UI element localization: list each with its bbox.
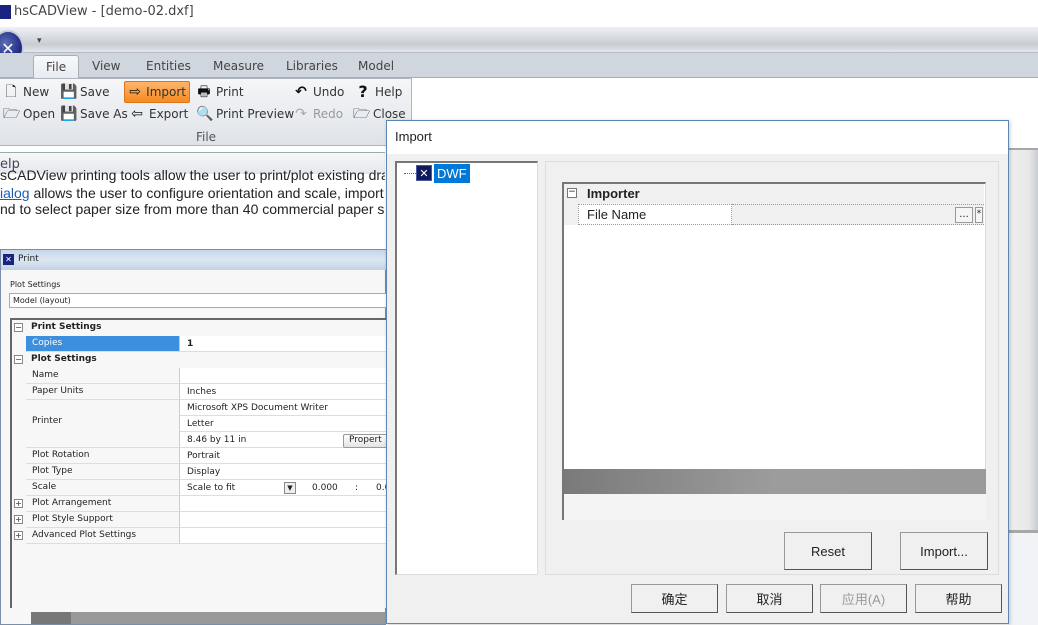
row-copies[interactable]: Copies 1 [12,336,389,352]
scale-select[interactable]: Scale to fit [187,483,235,493]
category-plot-settings[interactable]: − Plot Settings [12,352,389,368]
expand-icon[interactable]: + [14,531,23,540]
ok-button[interactable]: 确定 [631,584,718,613]
redo-button[interactable]: ↷ Redo [290,104,346,124]
save-button[interactable]: 💾 Save [57,82,112,102]
print-button[interactable]: 🖶 Print [193,82,247,102]
app-logo-icon: ✕ [3,254,14,265]
tab-libraries[interactable]: Libraries [274,55,350,78]
floppy-disk-icon: 💾 [60,84,78,100]
help-text-line-1: sCADView printing tools allow the user t… [0,170,385,183]
dwf-format-icon: ✕ [416,165,432,181]
tab-measure[interactable]: Measure [201,55,276,78]
open-button[interactable]: 🗁 Open [0,104,58,124]
row-plot-arrangement[interactable]: + Plot Arrangement [12,496,389,512]
import-dialog-titlebar: Import [387,121,1008,154]
category-importer[interactable]: − Importer [564,184,984,204]
collapse-icon[interactable]: − [14,323,23,332]
collapse-icon[interactable]: − [567,188,577,198]
export-button[interactable]: ⇦ Export [126,104,191,124]
help-text-line-2: ialog allows the user to configure orien… [0,185,385,201]
expand-icon[interactable]: + [14,499,23,508]
background-panel [1008,148,1038,530]
tree-item-dwf[interactable]: DWF [434,164,470,183]
reset-button[interactable]: Reset [784,532,872,570]
paper-value[interactable]: Letter [180,416,389,432]
cancel-button[interactable]: 取消 [726,584,813,613]
close-folder-icon: 🗁 [353,106,371,122]
row-plot-style-support[interactable]: + Plot Style Support [12,512,389,528]
row-name[interactable]: Name [12,368,389,384]
import-button[interactable]: ⇨ Import [124,81,190,103]
row-plot-type[interactable]: Plot Type Display [12,464,389,480]
file-name-input[interactable]: ... * [732,204,984,225]
window-title: hsCADView - [demo-02.dxf] [14,4,194,19]
copies-input[interactable]: 1 [180,336,389,352]
import-file-button[interactable]: Import... [900,532,988,570]
tab-entities[interactable]: Entities [134,55,203,78]
import-arrow-icon: ⇨ [129,84,141,100]
print-preview-icon: 🔍 [196,106,214,122]
tab-file[interactable]: File [33,55,80,79]
clear-value-icon[interactable]: * [975,207,983,223]
collapse-icon[interactable]: − [14,355,23,364]
title-bar: hsCADView - [demo-02.dxf] [0,0,1038,26]
category-print-settings[interactable]: − Print Settings [12,320,389,336]
save-as-disk-icon: 💾 [60,106,78,122]
help-text-line-3: nd to select paper size from more than 4… [0,201,385,217]
description-splitter[interactable] [564,469,986,494]
help-button[interactable]: ? Help [352,82,405,102]
layout-select[interactable]: Model (layout) [9,293,387,308]
new-document-icon: 🗋 [5,84,17,100]
tree-connector [404,173,416,174]
open-folder-icon: 🗁 [3,106,21,122]
description-area [564,494,986,520]
row-file-name[interactable]: File Name ... * [564,204,984,225]
row-plot-rotation[interactable]: Plot Rotation Portrait [12,448,389,464]
tab-model[interactable]: Model [346,55,406,78]
expand-icon[interactable]: + [14,515,23,524]
paper-size-value: 8.46 by 11 in Propert [180,432,391,448]
plot-settings-label: Plot Settings [10,280,61,289]
new-button[interactable]: 🗋 New [0,82,52,102]
importer-tree: ✕ DWF [395,161,538,575]
undo-icon: ↶ [295,84,307,100]
print-preview-button[interactable]: 🔍 Print Preview [193,104,297,124]
print-settings-grid: − Print Settings Copies 1 − Plot Setting… [10,318,391,608]
importer-property-grid: − Importer File Name ... * [562,182,986,520]
row-scale[interactable]: Scale Scale to fit ▼ 0.000 : 0.0 [12,480,390,496]
undo-button[interactable]: ↶ Undo [290,82,347,102]
background-panel-lower [1008,530,1038,625]
printer-value[interactable]: Microsoft XPS Document Writer [180,400,389,416]
browse-button[interactable]: ... [955,207,973,223]
print-dialog: ✕ Print Plot Settings Model (layout) − P… [0,249,391,625]
import-dialog: Import ✕ DWF − Importer File Name ... * … [386,120,1009,624]
customize-quick-access-button[interactable]: ▾ [37,36,42,46]
dropdown-arrow-icon[interactable]: ▼ [284,482,296,494]
redo-icon: ↷ [295,106,307,122]
row-paper-units[interactable]: Paper Units Inches [12,384,389,400]
export-arrow-icon: ⇦ [131,106,143,122]
ribbon-group-label: File [195,130,217,144]
tab-view[interactable]: View [80,55,132,78]
scale-numerator[interactable]: 0.000 [312,483,338,493]
app-icon [0,5,11,19]
save-as-button[interactable]: 💾 Save As [57,104,131,124]
question-mark-icon: ? [358,82,368,101]
quick-access-bar [0,27,1038,53]
print-dialog-titlebar: ✕ Print [1,250,387,270]
help-dialog-button[interactable]: 帮助 [915,584,1002,613]
scrollbar-thumb[interactable] [31,612,71,624]
importer-settings-panel: − Importer File Name ... * Reset Import.… [545,161,999,575]
import-dialog-title: Import [395,129,432,144]
row-printer[interactable]: Printer Microsoft XPS Document Writer Le… [12,400,391,448]
horizontal-scrollbar[interactable] [31,612,387,624]
properties-button[interactable]: Propert [343,434,391,448]
row-advanced-plot-settings[interactable]: + Advanced Plot Settings [12,528,389,544]
apply-button[interactable]: 应用(A) [820,584,907,613]
print-dialog-title: Print [18,254,39,264]
print-dialog-link[interactable]: ialog [0,185,30,201]
printer-icon: 🖶 [197,84,211,100]
